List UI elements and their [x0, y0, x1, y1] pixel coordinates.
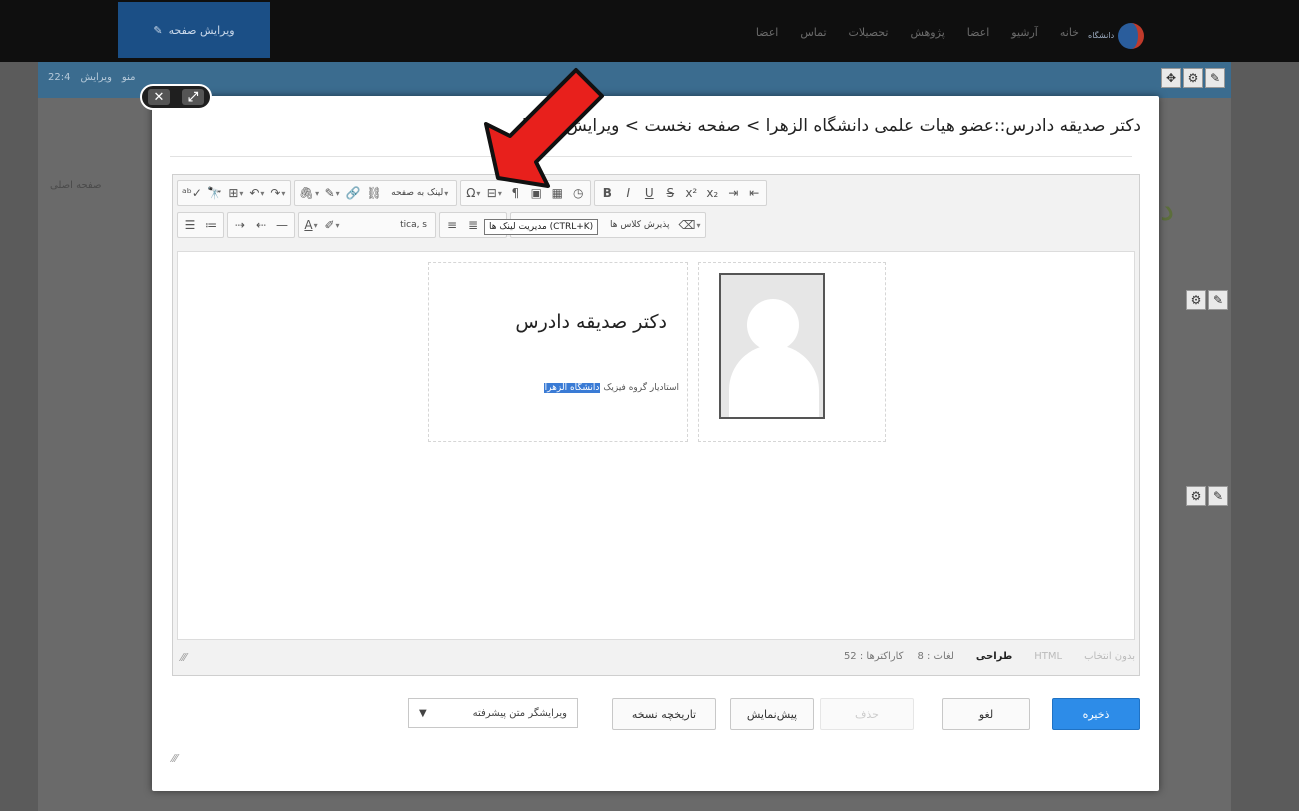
spellcheck-icon[interactable]: ᵃᵇ✓ [180, 182, 204, 204]
element-path: بدون انتخاب [1084, 650, 1135, 662]
move-icon[interactable]: ✥ [1161, 68, 1181, 88]
nav-item[interactable]: خانه [1060, 26, 1079, 39]
outdent-icon[interactable]: ⇤ [744, 182, 764, 204]
subscript-icon[interactable]: x₂ [702, 182, 722, 204]
subbar-item[interactable]: منو [122, 72, 136, 83]
gear-icon[interactable]: ⚙ [1183, 68, 1203, 88]
find-icon[interactable]: 🔭 [205, 182, 225, 204]
strikethrough-icon[interactable]: S [660, 182, 680, 204]
widget-tools: ⚙ ✎ [1186, 290, 1228, 310]
divider [170, 156, 1132, 157]
rich-text-editor: ᵃᵇ✓ 🔭 ⊞ ↶ ↷ 🖇 ✎ 🔗 ⛓ لینک به صفحه Ω ⊟ ¶ ▣… [172, 174, 1140, 676]
profile-photo-block[interactable] [698, 262, 886, 442]
edit-page-button[interactable]: ✎ ویرایش صفحه [118, 2, 270, 58]
profile-text-block[interactable]: دکتر صدیقه دادرس استادیار گروه فیزیک دان… [428, 262, 688, 442]
save-button[interactable]: ذخیره [1052, 698, 1140, 730]
attach-icon[interactable]: 🖇 [297, 182, 321, 204]
horizontal-rule-icon[interactable]: — [272, 214, 292, 236]
gear-icon[interactable]: ⚙ [1186, 290, 1206, 310]
unlink-icon[interactable]: ⛓ [364, 182, 384, 204]
profile-name[interactable]: دکتر صدیقه دادرس [515, 311, 667, 333]
chevron-down-icon: ▼ [419, 707, 427, 719]
close-icon[interactable]: ✕ [148, 89, 170, 105]
tab-design[interactable]: طراحی [976, 651, 1012, 662]
modal-window-controls: ✕ ⤢ [140, 84, 212, 110]
align-left-icon[interactable]: ≡ [442, 214, 462, 236]
nav-item[interactable]: پژوهش [910, 26, 944, 39]
edit-page-label: ویرایش صفحه [168, 23, 235, 37]
highlight-color-icon[interactable]: ✐ [322, 214, 342, 236]
editor-type-select[interactable]: ویرایشگر متن پیشرفته ▼ [408, 698, 578, 728]
font-color-icon[interactable]: A [301, 214, 321, 236]
dialog-footer: ذخیره لغو حذف پیش‌نمایش تاریخچه نسخه ویر… [152, 682, 1159, 732]
subbar-item[interactable]: ویرایش [80, 72, 111, 83]
background-logo-glyph: د [1160, 190, 1175, 228]
version-history-button[interactable]: تاریخچه نسخه [612, 698, 716, 730]
background-side-text: صفحه اصلی [50, 180, 102, 191]
site-nav: خانه آرشیو اعضا پژوهش تحصیلات تماس اعضا [756, 26, 1079, 39]
pencil-icon[interactable]: ✎ [1205, 68, 1225, 88]
nav-item[interactable]: اعضا [967, 26, 990, 39]
align-center-icon[interactable]: ≣ [463, 214, 483, 236]
avatar-body-shape [729, 345, 819, 417]
widget-tools: ⚙ ✎ [1186, 486, 1228, 506]
annotation-arrow-icon [484, 68, 604, 188]
resize-handle-icon[interactable]: ⁄⁄⁄ [181, 651, 187, 664]
redo-icon[interactable]: ↷ [268, 182, 288, 204]
resize-handle-icon[interactable]: ⁄⁄⁄ [172, 752, 178, 765]
insert-icon[interactable]: ⊞ [226, 182, 246, 204]
toolbar-row: ☰ ≔ ⇢ ⇠ — A ✐ tica, s ≡ ≣ ≡ Normal پذیرش… [177, 211, 706, 239]
superscript-icon[interactable]: x² [681, 182, 701, 204]
nav-item[interactable]: اعضا [756, 26, 779, 39]
tab-html[interactable]: HTML [1034, 651, 1062, 662]
subbar-item: 22:4 [48, 72, 71, 83]
char-count: کاراکترها : 52 [843, 650, 904, 662]
cancel-button[interactable]: لغو [942, 698, 1030, 730]
avatar-head-shape [747, 299, 799, 351]
pencil-icon[interactable]: ✎ [1208, 290, 1228, 310]
edit-content-dialog: دکتر صدیقه دادرس::عضو هیات علمی دانشگاه … [152, 96, 1159, 791]
logo-text: دانشگاه [1088, 30, 1115, 40]
site-topbar: ✎ ویرایش صفحه خانه آرشیو اعضا پژوهش تحصی… [0, 0, 1299, 62]
gear-icon[interactable]: ⚙ [1186, 486, 1206, 506]
toolbar-row: ᵃᵇ✓ 🔭 ⊞ ↶ ↷ 🖇 ✎ 🔗 ⛓ لینک به صفحه Ω ⊟ ¶ ▣… [177, 179, 768, 207]
link-icon[interactable]: 🔗 [343, 182, 363, 204]
nav-item[interactable]: تماس [800, 26, 826, 39]
link-tooltip: مدیریت لینک ها (CTRL+K) [484, 219, 599, 235]
position-text: استادیار گروه فیزیک [603, 383, 679, 393]
admin-subbar: 22:4 ویرایش منو ✥ ⚙ ✎ [38, 62, 1231, 98]
logo-mark-icon [1118, 23, 1145, 49]
delete-button[interactable]: حذف [820, 698, 914, 730]
numbered-list-icon[interactable]: ≔ [201, 214, 221, 236]
edit-icon[interactable]: ✎ [322, 182, 342, 204]
font-family-dropdown[interactable]: tica, s [343, 214, 433, 236]
rtl-icon[interactable]: ⇠ [251, 214, 271, 236]
eraser-icon[interactable]: ⌫ [677, 214, 703, 236]
nav-item[interactable]: آرشیو [1011, 26, 1038, 39]
undo-icon[interactable]: ↶ [247, 182, 267, 204]
editor-content[interactable]: دکتر صدیقه دادرس استادیار گروه فیزیک دان… [177, 251, 1135, 640]
underline-icon[interactable]: U [639, 182, 659, 204]
editor-type-value: ویرایشگر متن پیشرفته [472, 707, 567, 719]
preview-button[interactable]: پیش‌نمایش [730, 698, 814, 730]
site-logo[interactable]: دانشگاه [1088, 20, 1158, 52]
editor-statusbar: بدون انتخاب HTML طراحی لغات : 8 کاراکتره… [177, 643, 1135, 669]
dialog-title: دکتر صدیقه دادرس::عضو هیات علمی دانشگاه … [521, 116, 1141, 136]
bullet-list-icon[interactable]: ☰ [180, 214, 200, 236]
word-count: لغات : 8 [917, 650, 954, 662]
indent-icon[interactable]: ⇥ [723, 182, 743, 204]
italic-icon[interactable]: I [618, 182, 638, 204]
class-dropdown[interactable]: پذیرش کلاس ها [604, 214, 676, 236]
pencil-icon[interactable]: ✎ [1208, 486, 1228, 506]
selected-text[interactable]: دانشگاه الزهرا [543, 383, 601, 393]
avatar[interactable] [719, 273, 825, 419]
pencil-icon: ✎ [153, 23, 163, 37]
expand-icon[interactable]: ⤢ [182, 89, 204, 105]
link-to-page-dropdown[interactable]: لینک به صفحه [385, 182, 454, 204]
ltr-icon[interactable]: ⇢ [230, 214, 250, 236]
nav-item[interactable]: تحصیلات [849, 26, 889, 39]
profile-position[interactable]: استادیار گروه فیزیک دانشگاه الزهرا [543, 383, 679, 393]
